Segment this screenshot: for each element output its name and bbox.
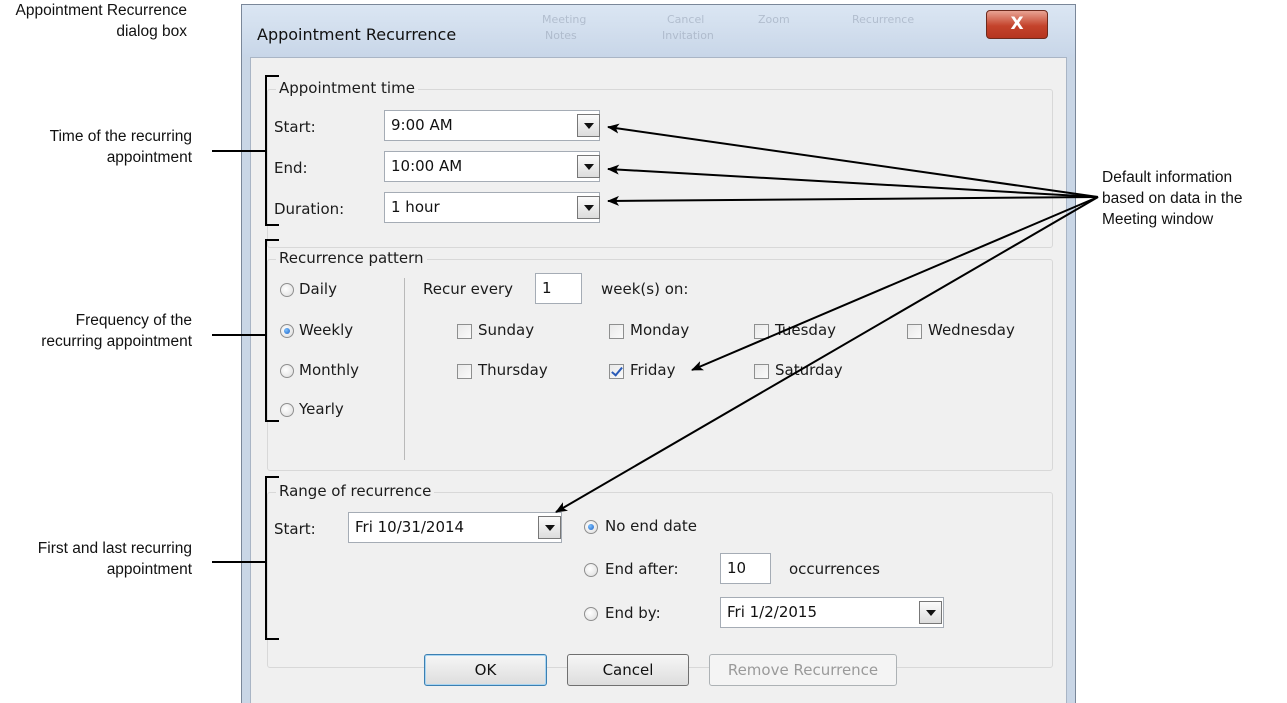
annotation-time: Time of the recurring appointment [49,128,192,166]
no-end-date-radio[interactable] [584,520,598,534]
sunday-checkbox[interactable] [457,324,472,339]
remove-recurrence-button[interactable]: Remove Recurrence [709,654,897,686]
end-time-dropdown-button[interactable] [577,155,600,178]
appointment-time-label: Appointment time [276,79,418,97]
wednesday-label[interactable]: Wednesday [928,321,1015,339]
range-start-dropdown-button[interactable] [538,516,561,539]
appointment-recurrence-dialog: Meeting Notes Cancel Invitation Zoom Rec… [241,4,1076,703]
annotation-range: First and last recurring appointment [37,540,192,578]
monthly-label[interactable]: Monthly [299,361,359,379]
yearly-label[interactable]: Yearly [299,400,344,418]
weeks-on-label: week(s) on: [601,280,689,298]
wednesday-checkbox[interactable] [907,324,922,339]
pattern-divider [404,278,405,460]
end-by-field[interactable]: Fri 1/2/2015 [720,597,944,628]
annotation-default-info: Default information based on data in the… [1102,169,1243,228]
weekly-radio[interactable] [280,324,294,338]
monthly-radio[interactable] [280,364,294,378]
occurrences-label: occurrences [789,560,880,578]
ribbon-ghost-text: Invitation [662,29,714,42]
tuesday-checkbox[interactable] [754,324,769,339]
duration-label: Duration: [274,200,345,218]
sunday-label[interactable]: Sunday [478,321,534,339]
start-time-label: Start: [274,118,316,136]
ribbon-ghost-text: Cancel [667,13,705,26]
recurrence-pattern-label: Recurrence pattern [276,249,427,267]
end-after-field[interactable]: 10 [720,553,771,584]
dialog-title: Appointment Recurrence [257,25,457,44]
monday-label[interactable]: Monday [630,321,689,339]
ribbon-ghost-text: Notes [545,29,577,42]
range-of-recurrence-label: Range of recurrence [276,482,435,500]
end-time-field[interactable]: 10:00 AM [384,151,600,182]
ribbon-ghost-text: Recurrence [852,13,915,26]
range-start-field[interactable]: Fri 10/31/2014 [348,512,562,543]
cancel-button[interactable]: Cancel [567,654,689,686]
duration-dropdown-button[interactable] [577,196,600,219]
title-bar: Meeting Notes Cancel Invitation Zoom Rec… [242,5,1075,57]
thursday-label[interactable]: Thursday [478,361,548,379]
end-by-radio[interactable] [584,607,598,621]
close-icon: X [1010,14,1024,34]
saturday-checkbox[interactable] [754,364,769,379]
daily-label[interactable]: Daily [299,280,337,298]
end-after-radio[interactable] [584,563,598,577]
dialog-client-area: Appointment time Start: 9:00 AM End: 10:… [250,57,1067,703]
yearly-radio[interactable] [280,403,294,417]
annotation-frequency: Frequency of the recurring appointment [41,312,192,350]
end-by-label[interactable]: End by: [605,604,661,622]
monday-checkbox[interactable] [609,324,624,339]
end-time-label: End: [274,159,308,177]
thursday-checkbox[interactable] [457,364,472,379]
start-time-dropdown-button[interactable] [577,114,600,137]
no-end-date-label[interactable]: No end date [605,517,697,535]
end-by-dropdown-button[interactable] [919,601,942,624]
close-button[interactable]: X [986,10,1048,39]
weekly-label[interactable]: Weekly [299,321,353,339]
saturday-label[interactable]: Saturday [775,361,843,379]
ribbon-ghost-text: Meeting [542,13,587,26]
recur-every-label: Recur every [423,280,514,298]
daily-radio[interactable] [280,283,294,297]
ribbon-ghost-text: Zoom [758,13,790,26]
range-start-label: Start: [274,520,316,538]
annotation-dialog-name: Appointment Recurrence dialog box [15,2,187,40]
ok-button[interactable]: OK [424,654,547,686]
end-after-label[interactable]: End after: [605,560,679,578]
recur-every-field[interactable]: 1 [535,273,582,304]
tuesday-label[interactable]: Tuesday [775,321,836,339]
friday-label[interactable]: Friday [630,361,675,379]
duration-field[interactable]: 1 hour [384,192,600,223]
start-time-field[interactable]: 9:00 AM [384,110,600,141]
friday-checkbox[interactable] [609,364,624,379]
